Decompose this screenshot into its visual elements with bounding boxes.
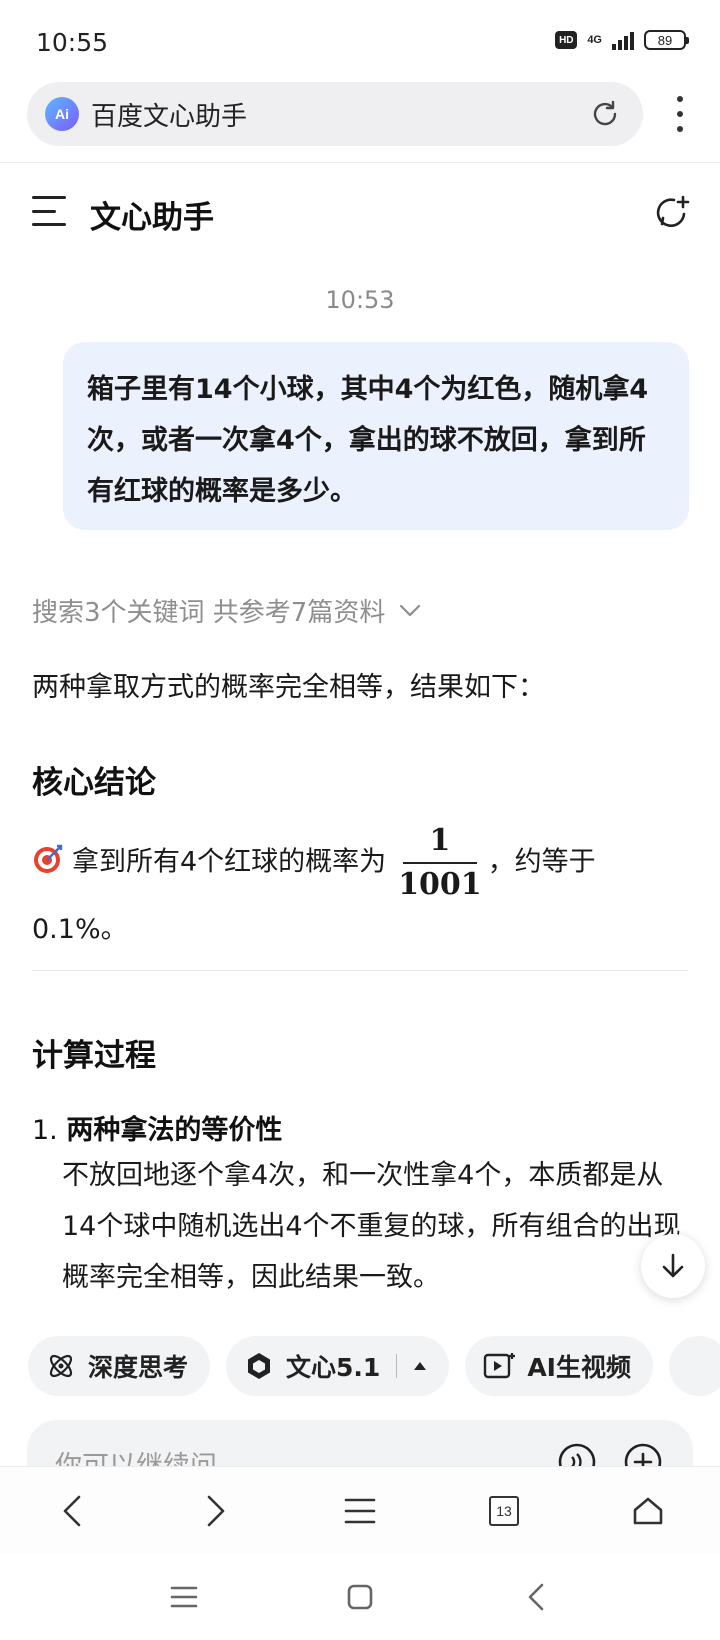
system-home-button[interactable] [330,1567,390,1627]
model-label: 文心5.1 [286,1353,381,1382]
ai-video-label: AI生视频 [527,1353,631,1382]
hamburger-icon [344,1498,376,1524]
signal-icon [612,30,634,50]
status-icons: HD 4G 89 [555,30,689,50]
browser-toolbar: 13 [0,1466,720,1555]
arrow-down-icon [662,1253,684,1278]
battery-icon: 89 [644,30,689,50]
caret-up-icon [414,1362,427,1370]
message-timestamp: 10:53 [325,286,395,314]
model-cube-icon [248,1353,271,1379]
new-chat-icon [656,195,690,227]
search-reference-text: 搜索3个关键词 共参考7篇资料 [32,598,386,628]
divider [0,162,720,163]
probability-fraction: 1 1001 [398,826,482,900]
wenxin-logo-icon: Ai [45,97,79,131]
model-selector-chip[interactable]: 文心5.1 [226,1336,450,1396]
target-emoji-icon [34,844,63,873]
network-type: 4G [587,34,602,46]
scroll-to-bottom-button[interactable] [641,1234,705,1298]
fraction-denominator: 1001 [398,867,482,902]
section-divider [32,970,688,971]
deep-think-chip[interactable]: 深度思考 [28,1336,211,1396]
video-icon [484,1353,516,1379]
back-button[interactable] [42,1481,102,1541]
home-button[interactable] [618,1481,678,1541]
more-menu-button[interactable] [668,96,692,132]
step-1-number: 1. [32,1115,58,1146]
conclusion-paragraph: 拿到所有4个红球的概率为 1 1001 ，约等于0.1%。 [32,826,688,960]
square-icon [347,1584,373,1610]
address-bar[interactable]: Ai 百度文心助手 [27,82,643,146]
page-title-in-address-bar[interactable]: 百度文心助手 [91,96,585,133]
search-reference-toggle[interactable]: 搜索3个关键词 共参考7篇资料 [32,592,421,629]
tab-count: 13 [489,1496,519,1526]
more-chip[interactable] [668,1336,720,1396]
step-1-title-text: 两种拿法的等价性 [66,1115,283,1146]
conclusion-text: 拿到所有4个红球的概率为 [72,846,387,878]
chevron-left-icon [63,1495,81,1527]
atom-icon [49,1354,73,1378]
chevron-right-icon [207,1495,225,1527]
chevron-down-icon [400,604,421,616]
forward-button[interactable] [186,1481,246,1541]
home-icon [633,1497,663,1525]
recents-icon [170,1586,198,1608]
hd-badge: HD [555,31,578,49]
system-back-button[interactable] [506,1567,566,1627]
menu-icon[interactable] [32,196,66,226]
reload-icon [593,100,617,126]
system-navigation-bar [0,1554,720,1640]
step-1-title: 1. 两种拿法的等价性 [32,1108,282,1147]
heading-calculation: 计算过程 [32,1038,156,1074]
user-message-bubble: 箱子里有14个小球，其中4个为红色，随机拿4次，或者一次拿4个，拿出的球不放回，… [63,342,689,530]
deep-think-label: 深度思考 [88,1353,189,1382]
heading-core-conclusion: 核心结论 [32,765,156,801]
feature-chips: 深度思考 文心5.1 AI生视频 [28,1336,720,1396]
ai-video-chip[interactable]: AI生视频 [465,1336,653,1396]
back-arrow-icon [528,1583,544,1611]
new-chat-button[interactable] [654,194,690,230]
status-time: 10:55 [36,28,109,57]
app-title: 文心助手 [90,200,214,236]
browser-menu-button[interactable] [330,1481,390,1541]
reload-button[interactable] [585,94,625,134]
tabs-button[interactable]: 13 [474,1481,534,1541]
step-1-body: 不放回地逐个拿4次，和一次性拿4个，本质都是从14个球中随机选出4个不重复的球，… [62,1160,681,1293]
answer-intro: 两种拿取方式的概率完全相等，结果如下： [32,672,545,703]
fraction-numerator: 1 [429,823,451,858]
recents-button[interactable] [154,1567,214,1627]
